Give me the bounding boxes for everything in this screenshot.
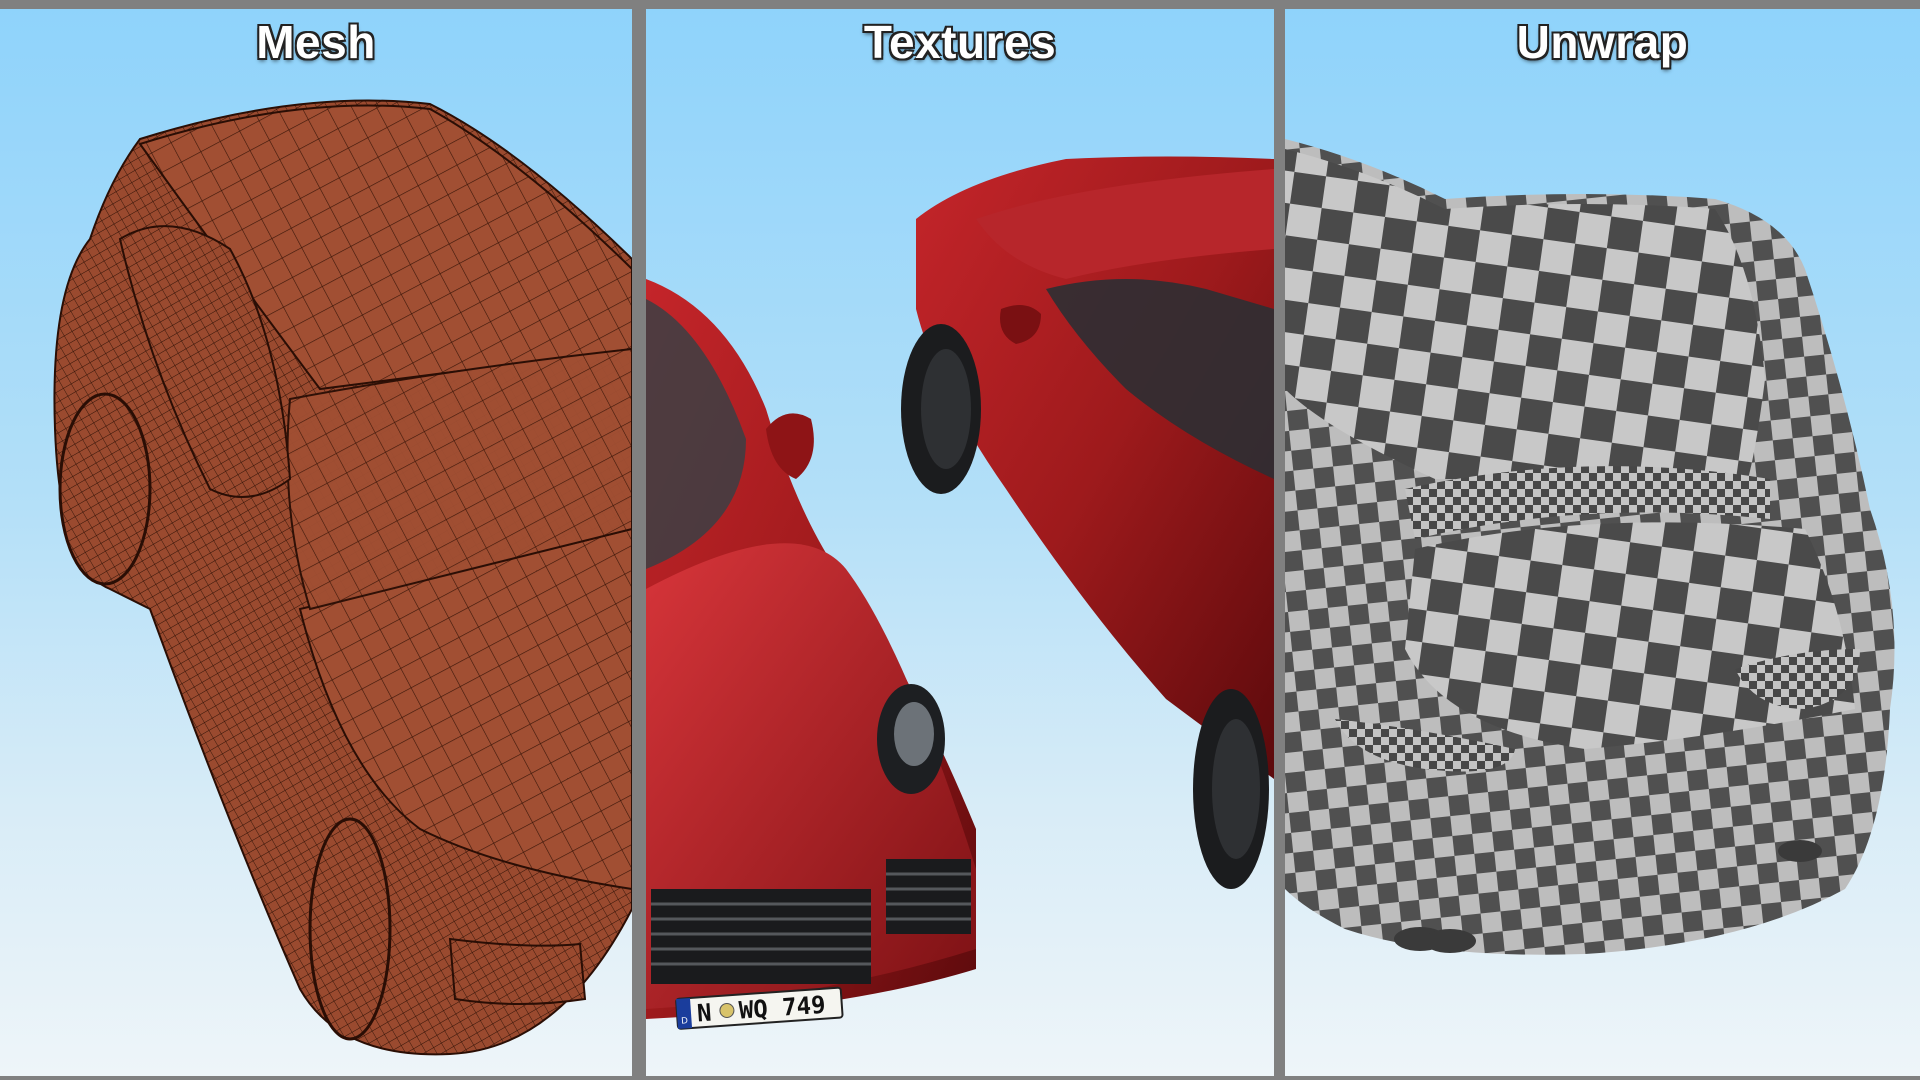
unwrap-panel: Unwrap [1285,9,1920,1076]
mesh-panel: Mesh [0,9,632,1076]
comparison-frame: Mesh D N WQ 749 Textures Unwrap [0,0,1920,1080]
unwrap-title: Unwrap [1516,16,1689,68]
textured-car-render: D N WQ 749 [646,156,1274,1030]
textures-panel: D N WQ 749 Textures [646,9,1274,1076]
mesh-title: Mesh [256,16,376,68]
plate-text-prefix: N [696,999,712,1028]
exhaust-right [1778,840,1822,862]
plate-country-code: D [681,1015,689,1025]
textures-title: Textures [863,16,1057,68]
uv-checker-car-render [1285,139,1895,955]
mesh-car-render [53,99,632,1056]
